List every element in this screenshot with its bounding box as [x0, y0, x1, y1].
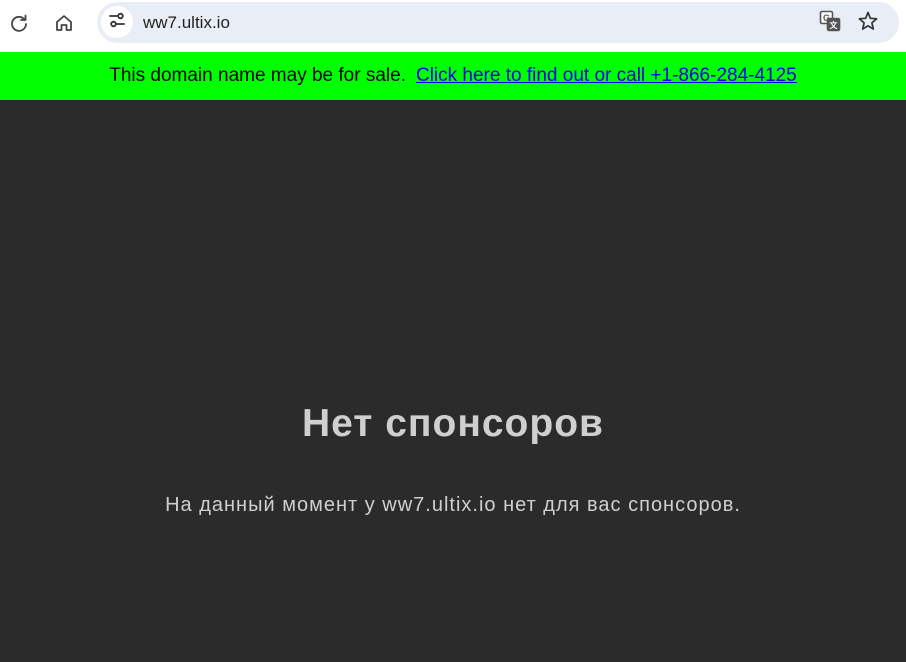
url-text[interactable]: ww7.ultix.io	[143, 13, 230, 33]
sale-info-link[interactable]: Click here to find out or call +1-866-28…	[416, 65, 797, 87]
sale-notice-text: This domain name may be for sale.	[109, 65, 406, 86]
home-icon	[54, 13, 74, 33]
translate-icon: G 文	[819, 10, 841, 37]
page-title: Нет спонсоров	[301, 402, 605, 445]
reload-icon	[9, 13, 29, 33]
page-content: Нет спонсоров На данный момент у ww7.ult…	[0, 100, 906, 662]
no-sponsors-message: На данный момент у ww7.ultix.io нет для …	[165, 494, 741, 516]
address-bar[interactable]: ww7.ultix.io G 文	[97, 2, 899, 43]
star-icon	[857, 10, 879, 37]
svg-text:文: 文	[830, 20, 839, 30]
site-info-button[interactable]	[101, 6, 133, 38]
tune-icon	[108, 11, 126, 34]
bookmark-button[interactable]	[855, 10, 881, 36]
browser-toolbar: ww7.ultix.io G 文	[0, 0, 906, 52]
translate-button[interactable]: G 文	[817, 10, 843, 36]
domain-sale-banner: This domain name may be for sale. Click …	[0, 52, 906, 100]
reload-button[interactable]	[1, 5, 37, 41]
home-button[interactable]	[46, 5, 82, 41]
